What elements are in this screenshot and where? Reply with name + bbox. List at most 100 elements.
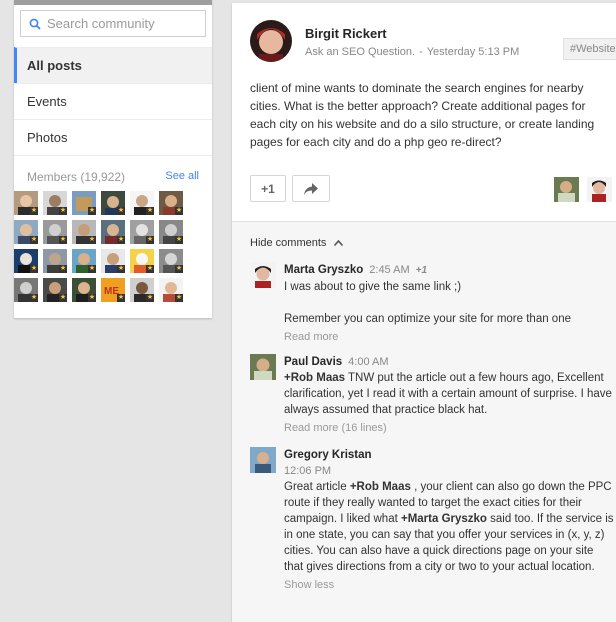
community-nav: All posts Events Photos bbox=[14, 47, 212, 155]
member-avatar[interactable]: ★ bbox=[14, 191, 38, 215]
comment-time[interactable]: 4:00 AM bbox=[348, 356, 388, 368]
commenter-avatar[interactable] bbox=[250, 354, 276, 380]
member-avatar[interactable]: ★ bbox=[101, 220, 125, 244]
member-avatar[interactable]: ★ bbox=[14, 220, 38, 244]
read-more-link[interactable]: Read more (16 lines) bbox=[284, 420, 614, 436]
star-badge-icon: ★ bbox=[59, 207, 67, 215]
star-badge-icon: ★ bbox=[88, 294, 96, 302]
comment-text: Great article +Rob Maas , your client ca… bbox=[284, 479, 614, 575]
member-avatar[interactable]: ★ bbox=[130, 278, 154, 302]
star-badge-icon: ★ bbox=[88, 207, 96, 215]
commenter-name[interactable]: Marta Gryszko bbox=[284, 264, 363, 276]
members-header: Members (19,922) See all bbox=[14, 155, 212, 184]
comment-text-line: I was about to give the same link ;) bbox=[284, 281, 462, 293]
star-badge-icon: ★ bbox=[146, 265, 154, 273]
star-badge-icon: ★ bbox=[175, 294, 183, 302]
post-category[interactable]: Ask an SEO Question. bbox=[305, 46, 415, 58]
see-all-link[interactable]: See all bbox=[165, 170, 199, 184]
member-avatar[interactable]: ★ bbox=[14, 278, 38, 302]
plusoner-avatar[interactable] bbox=[587, 177, 612, 202]
post-card: Birgit Rickert Ask an SEO Question. - Yest… bbox=[232, 3, 616, 622]
star-badge-icon: ★ bbox=[117, 294, 125, 302]
show-less-link[interactable]: Show less bbox=[284, 577, 614, 593]
member-avatar[interactable]: ★ bbox=[101, 249, 125, 273]
search-box[interactable] bbox=[20, 10, 206, 37]
hashtag-chip[interactable]: #Website bbox=[563, 38, 616, 60]
hide-comments-label: Hide comments bbox=[250, 237, 327, 249]
star-badge-icon: ★ bbox=[117, 236, 125, 244]
star-badge-icon: ★ bbox=[146, 207, 154, 215]
nav-item-events[interactable]: Events bbox=[14, 83, 212, 119]
post-timestamp[interactable]: Yesterday 5:13 PM bbox=[427, 46, 520, 58]
member-avatar[interactable]: ★ bbox=[159, 220, 183, 244]
commenter-name[interactable]: Paul Davis bbox=[284, 356, 342, 368]
member-avatar[interactable]: ★ bbox=[130, 191, 154, 215]
comment-text-line: Remember you can optimize your site for … bbox=[284, 313, 571, 325]
member-avatar[interactable]: ★ bbox=[43, 249, 67, 273]
member-avatar[interactable]: ★ bbox=[159, 278, 183, 302]
star-badge-icon: ★ bbox=[88, 265, 96, 273]
comment-text-run: Great article bbox=[284, 481, 350, 493]
star-badge-icon: ★ bbox=[88, 236, 96, 244]
members-count: Members (19,922) bbox=[27, 170, 126, 184]
post-header: Birgit Rickert Ask an SEO Question. - Yest… bbox=[250, 20, 519, 62]
star-badge-icon: ★ bbox=[59, 294, 67, 302]
comment-time[interactable]: 12:06 PM bbox=[284, 465, 331, 477]
star-badge-icon: ★ bbox=[30, 236, 38, 244]
comment-body: Gregory Kristan 12:06 PM Great article +… bbox=[284, 447, 614, 593]
member-avatar[interactable]: ★ bbox=[130, 220, 154, 244]
members-grid: ★ ★ ★ ★ ★ ★ ★ ★ ★ ★ ★ ★ ★ ★ ★ ★ ★ ★ ★ ★ … bbox=[14, 191, 186, 302]
mention-link[interactable]: +Marta Gryszko bbox=[401, 513, 487, 525]
comment-text: I was about to give the same link ;) Rem… bbox=[284, 279, 614, 327]
star-badge-icon: ★ bbox=[146, 236, 154, 244]
post-sub-separator: - bbox=[419, 46, 423, 58]
author-meta: Birgit Rickert Ask an SEO Question. - Yest… bbox=[305, 26, 519, 62]
star-badge-icon: ★ bbox=[30, 207, 38, 215]
author-name[interactable]: Birgit Rickert bbox=[305, 26, 519, 41]
comment-body: Paul Davis 4:00 AM +Rob Maas TNW put the … bbox=[284, 354, 614, 436]
nav-item-photos[interactable]: Photos bbox=[14, 119, 212, 155]
plusoners-avatars bbox=[554, 177, 616, 202]
member-avatar[interactable]: ★ bbox=[43, 191, 67, 215]
commenter-name[interactable]: Gregory Kristan bbox=[284, 449, 372, 461]
hide-comments-toggle[interactable]: Hide comments bbox=[250, 237, 344, 249]
share-arrow-icon bbox=[304, 182, 318, 195]
comment-text: +Rob Maas TNW put the article out a few … bbox=[284, 370, 614, 418]
commenter-avatar[interactable] bbox=[250, 447, 276, 473]
star-badge-icon: ★ bbox=[30, 294, 38, 302]
star-badge-icon: ★ bbox=[59, 236, 67, 244]
plus-one-button[interactable]: +1 bbox=[250, 175, 286, 202]
sidebar-top-strip bbox=[14, 0, 212, 5]
member-avatar[interactable]: ★ bbox=[72, 191, 96, 215]
comment-time[interactable]: 2:45 AM bbox=[369, 264, 409, 276]
member-avatar[interactable]: ★ bbox=[43, 278, 67, 302]
comment-plus-one[interactable]: +1 bbox=[416, 265, 427, 276]
member-avatar[interactable]: ★ bbox=[159, 191, 183, 215]
mention-link[interactable]: +Rob Maas bbox=[350, 481, 411, 493]
member-avatar[interactable]: ★ bbox=[159, 249, 183, 273]
plusoner-avatar[interactable] bbox=[554, 177, 579, 202]
member-avatar[interactable]: ★ bbox=[14, 249, 38, 273]
read-more-link[interactable]: Read more bbox=[284, 329, 614, 345]
member-avatar[interactable]: ME ★ bbox=[101, 278, 125, 302]
nav-item-all-posts[interactable]: All posts bbox=[14, 47, 212, 83]
star-badge-icon: ★ bbox=[175, 265, 183, 273]
member-avatar[interactable]: ★ bbox=[72, 249, 96, 273]
member-avatar[interactable]: ★ bbox=[72, 220, 96, 244]
comment-body: Marta Gryszko 2:45 AM +1 I was about to gi… bbox=[284, 262, 614, 345]
mention-link[interactable]: +Rob Maas bbox=[284, 372, 345, 384]
author-avatar[interactable] bbox=[250, 20, 292, 62]
star-badge-icon: ★ bbox=[117, 207, 125, 215]
member-avatar[interactable]: ★ bbox=[101, 191, 125, 215]
member-avatar[interactable]: ★ bbox=[72, 278, 96, 302]
star-badge-icon: ★ bbox=[59, 265, 67, 273]
member-avatar[interactable]: ★ bbox=[130, 249, 154, 273]
search-input[interactable] bbox=[47, 16, 197, 31]
search-icon bbox=[29, 18, 41, 30]
member-avatar[interactable]: ★ bbox=[43, 220, 67, 244]
post-subline: Ask an SEO Question. - Yesterday 5:13 PM bbox=[305, 46, 519, 58]
commenter-avatar[interactable] bbox=[250, 262, 276, 288]
star-badge-icon: ★ bbox=[117, 265, 125, 273]
share-button[interactable] bbox=[292, 175, 330, 202]
chevron-up-icon bbox=[334, 240, 344, 246]
